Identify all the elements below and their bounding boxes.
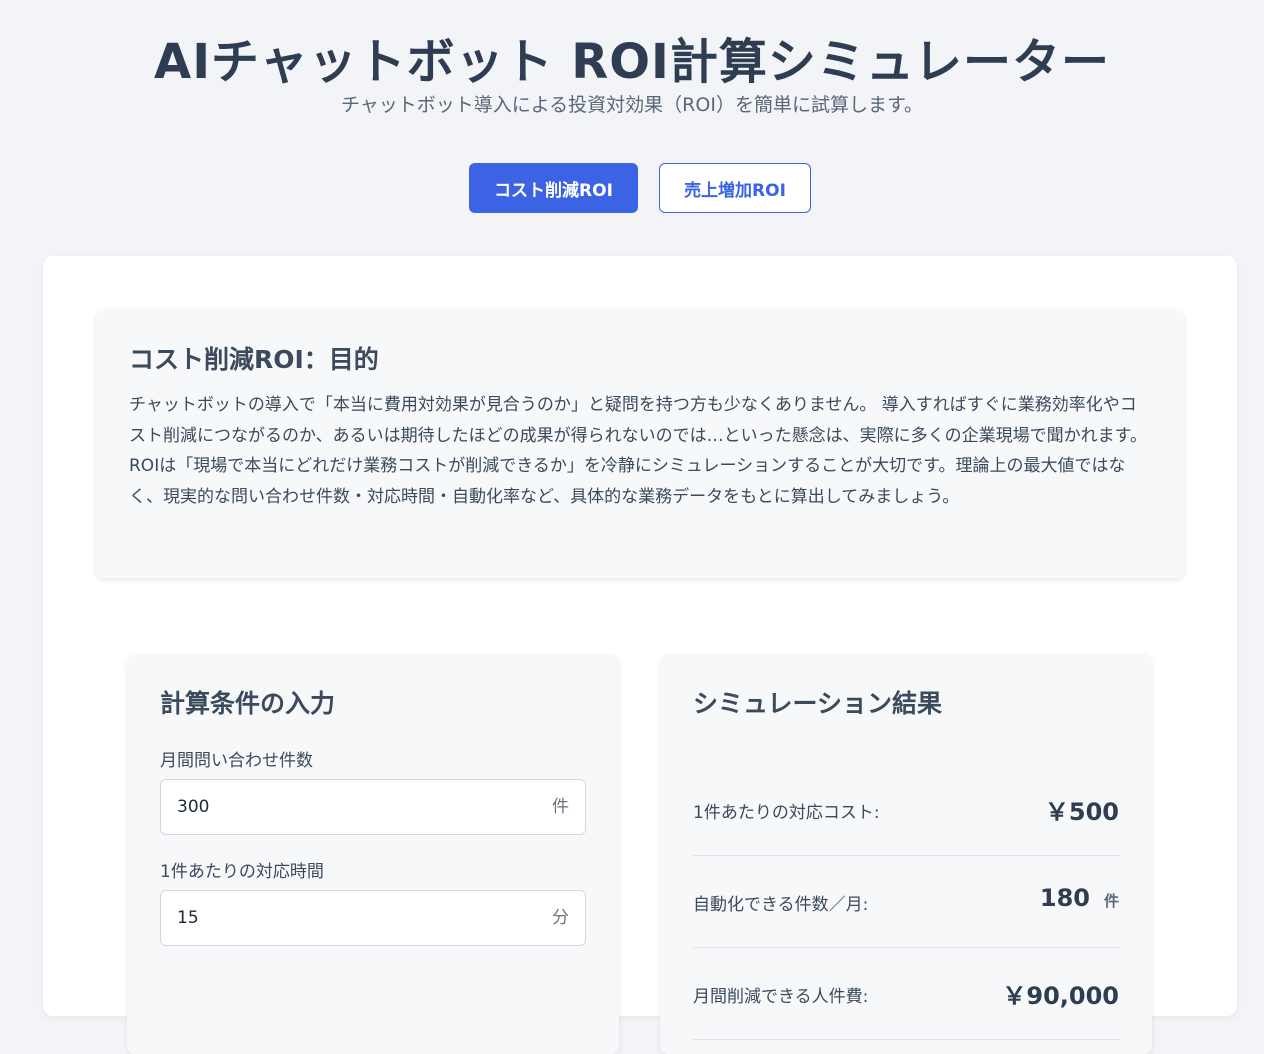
result-panel: シミュレーション結果 1件あたりの対応コスト: ￥500 自動化できる件数／月:… xyxy=(660,654,1152,1054)
monthly-inquiries-label: 月間問い合わせ件数 xyxy=(160,751,313,771)
handling-time-value[interactable]: 15 xyxy=(177,891,199,945)
result-value: 180 件 xyxy=(1040,884,1119,912)
page-subtitle: チャットボット導入による投資対効果（ROI）を簡単に試算します。 xyxy=(340,94,924,116)
result-row-automated-count: 自動化できる件数／月: 180 件 xyxy=(693,856,1119,948)
monthly-inquiries-input[interactable]: 300 件 xyxy=(160,779,586,835)
tab-cost-reduction-roi[interactable]: コスト削減ROI xyxy=(469,163,638,213)
result-panel-title: シミュレーション結果 xyxy=(693,689,943,718)
purpose-title: コスト削減ROI：目的 xyxy=(129,345,379,374)
handling-time-input[interactable]: 15 分 xyxy=(160,890,586,946)
result-row-cost-per-inquiry: 1件あたりの対応コスト: ￥500 xyxy=(693,752,1119,856)
purpose-box: コスト削減ROI：目的 チャットボットの導入で「本当に費用対効果が見合うのか」と… xyxy=(96,310,1184,578)
main-card: コスト削減ROI：目的 チャットボットの導入で「本当に費用対効果が見合うのか」と… xyxy=(43,256,1237,1054)
result-unit: 件 xyxy=(1103,892,1119,910)
result-label: 自動化できる件数／月: xyxy=(693,895,869,915)
result-list: 1件あたりの対応コスト: ￥500 自動化できる件数／月: 180 件 月間削減で… xyxy=(693,752,1119,1040)
result-label: 月間削減できる人件費: xyxy=(693,987,869,1007)
result-value: ￥90,000 xyxy=(1002,976,1119,1011)
handling-time-label: 1件あたりの対応時間 xyxy=(160,862,324,882)
monthly-inquiries-unit: 件 xyxy=(552,797,569,817)
monthly-inquiries-value[interactable]: 300 xyxy=(177,780,209,834)
tab-sales-increase-roi[interactable]: 売上増加ROI xyxy=(659,163,811,213)
page-title: AIチャットボット ROI計算シミュレーター xyxy=(154,34,1110,90)
result-label: 1件あたりの対応コスト: xyxy=(693,803,880,823)
result-number: 180 xyxy=(1039,884,1090,912)
input-panel-title: 計算条件の入力 xyxy=(160,689,336,718)
result-row-monthly-labor-savings: 月間削減できる人件費: ￥90,000 xyxy=(693,948,1119,1040)
result-number: ￥90,000 xyxy=(1002,982,1119,1010)
result-number: ￥500 xyxy=(1044,798,1119,826)
input-panel: 計算条件の入力 月間問い合わせ件数 300 件 1件あたりの対応時間 15 分 xyxy=(127,654,619,1054)
purpose-body: チャットボットの導入で「本当に費用対効果が見合うのか」と疑問を持つ方も少なくあり… xyxy=(129,395,1147,507)
handling-time-unit: 分 xyxy=(552,908,569,928)
result-value: ￥500 xyxy=(1045,792,1119,827)
tab-bar: コスト削減ROI 売上増加ROI xyxy=(469,163,811,213)
